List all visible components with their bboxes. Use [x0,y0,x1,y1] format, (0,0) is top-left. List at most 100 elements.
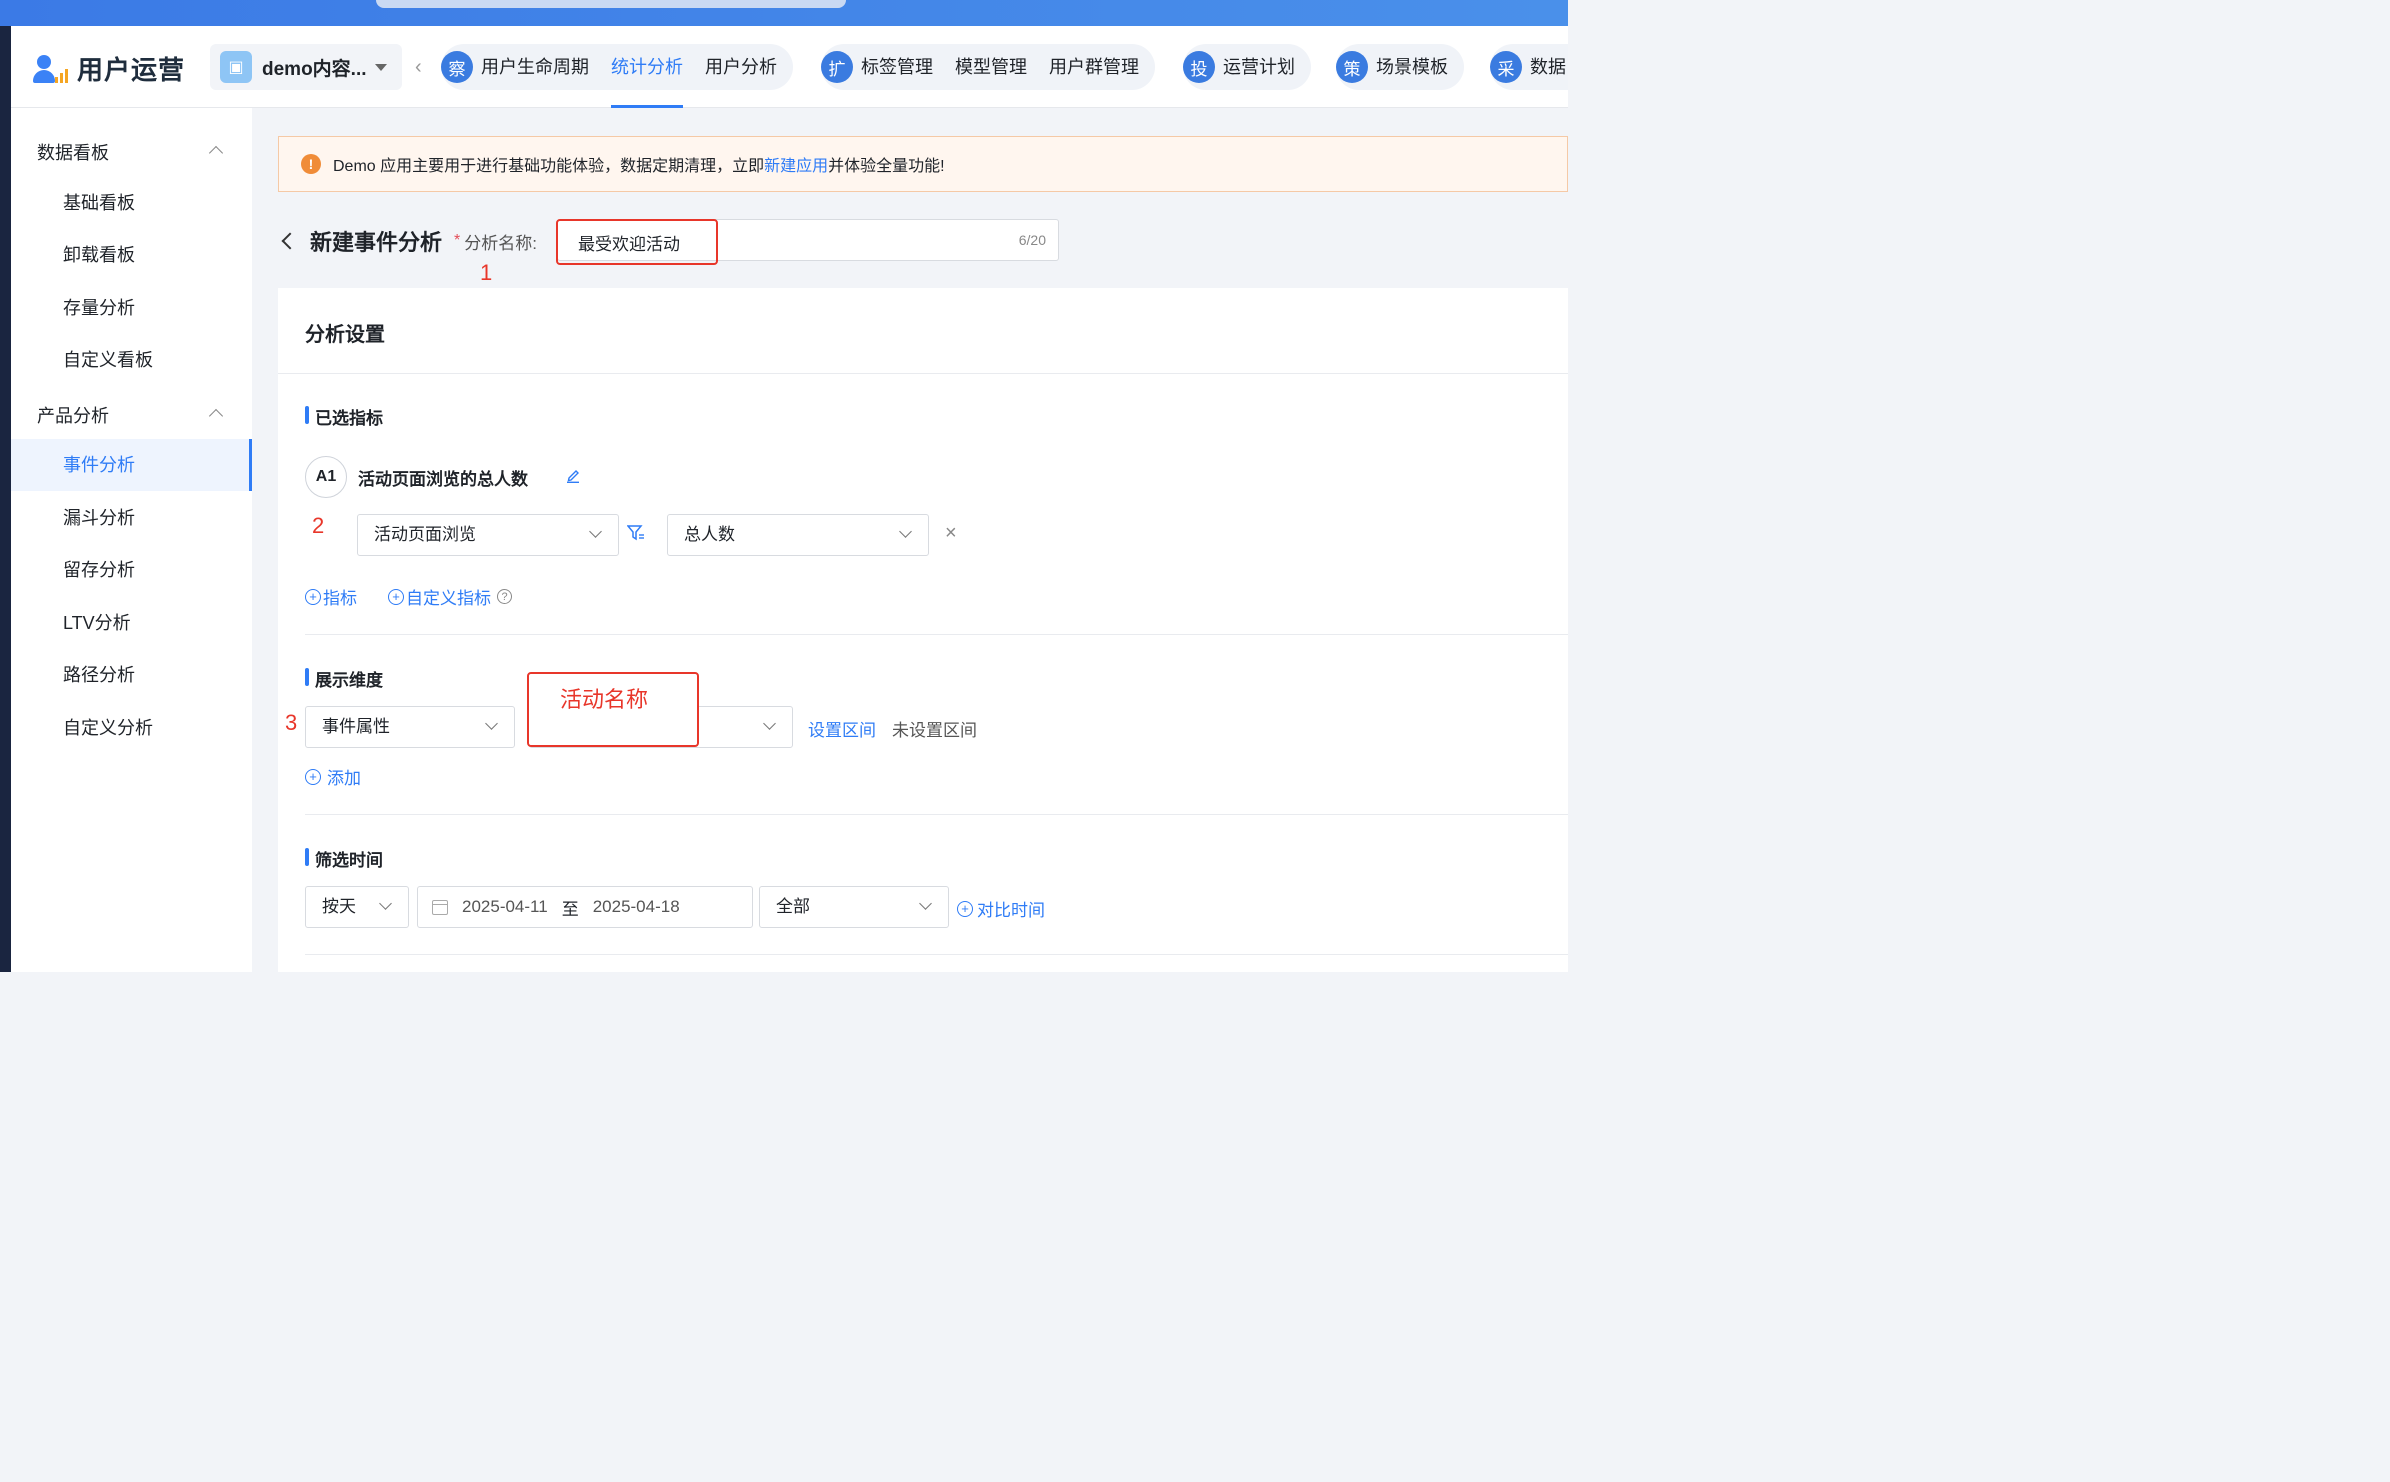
plus-circle-icon: + [305,768,321,785]
nav-tab-user-analysis[interactable]: 用户分析 [705,44,777,90]
nav-tab-tag-management[interactable]: 标签管理 [861,44,933,90]
sidebar-item-basic-dashboard[interactable]: 基础看板 [11,177,252,229]
nav-group-expand: 扩 标签管理 模型管理 用户群管理 [821,44,1155,90]
required-mark: * [454,232,461,249]
filter-icon[interactable] [627,524,645,542]
nav-tab-operation-plan[interactable]: 运营计划 [1223,44,1295,90]
notice-text-before: Demo 应用主要用于进行基础功能体验，数据定期清理，立即 [333,158,765,175]
add-custom-metric-label: 自定义指标 [406,589,491,608]
add-custom-metric-button[interactable]: + 自定义指标 ? [388,584,512,609]
sidebar-item-funnel-analysis[interactable]: 漏斗分析 [11,492,252,544]
nav-scroll-left-icon[interactable]: ‹ [415,56,422,79]
calendar-icon [432,899,448,915]
time-granularity-value: 按天 [322,897,356,916]
help-icon[interactable]: ? [497,589,512,604]
add-metric-label: 指标 [323,589,357,608]
nav-tab-lifecycle[interactable]: 用户生命周期 [481,44,589,90]
remove-metric-close-icon[interactable]: × [945,522,957,545]
chevron-up-icon[interactable] [208,408,224,424]
sidebar-item-path-analysis[interactable]: 路径分析 [11,649,252,701]
settings-header: 分析设置 [278,288,1568,374]
browser-top-strip [0,0,1568,26]
sidebar-item-uninstall-dashboard[interactable]: 卸载看板 [11,229,252,281]
add-dimension-label: 添加 [327,769,361,788]
plus-circle-icon: + [305,588,321,605]
aggregation-select[interactable]: 总人数 [667,514,929,556]
edit-pencil-icon[interactable] [566,467,580,483]
chevron-up-icon[interactable] [208,145,224,161]
notice-text-after: 并体验全量功能! [828,158,945,175]
chevron-down-icon [589,525,602,538]
sidebar-item-retention-stock[interactable]: 存量分析 [11,282,252,334]
window-left-edge [0,26,11,972]
user-operations-icon [33,53,69,85]
analysis-settings-panel: 分析设置 已选指标 A1 活动页面浏览的总人数 活动页面浏览 总人数 × + 指标… [278,288,1568,972]
sidebar-group-dashboards[interactable]: 数据看板 [37,139,109,165]
sidebar-group-product-analysis[interactable]: 产品分析 [37,402,109,428]
nav-group-deliver: 投 运营计划 [1183,44,1311,90]
app-selector[interactable]: ▣ demo内容... [210,44,402,90]
metric-badge: A1 [305,456,347,498]
warning-icon: ! [301,154,321,174]
time-scope-select[interactable]: 全部 [759,886,949,928]
add-dimension-button[interactable]: + 添加 [305,764,361,789]
chevron-down-icon [919,897,932,910]
nav-group-badge: 扩 [821,51,853,83]
time-scope-value: 全部 [776,897,810,916]
analysis-name-count: 6/20 [1018,232,1046,248]
start-date: 2025-04-11 [462,897,548,916]
section-divider [305,814,1568,815]
create-app-link[interactable]: 新建应用 [764,152,828,176]
settings-title: 分析设置 [305,324,385,346]
sidebar-item-event-analysis[interactable]: 事件分析 [11,439,252,491]
plus-circle-icon: + [957,900,973,917]
sidebar-item-custom-dashboard[interactable]: 自定义看板 [11,334,252,386]
nav-group-badge: 投 [1183,51,1215,83]
annotation-box-name [556,219,718,265]
annotation-number-3: 3 [285,710,298,735]
range-status: 未设置区间 [892,721,977,740]
compare-time-button[interactable]: + 对比时间 [957,896,1045,921]
time-granularity-select[interactable]: 按天 [305,886,409,928]
add-metric-button[interactable]: + 指标 [305,584,357,609]
caret-down-icon [374,63,387,71]
sidebar: 数据看板 基础看板 卸载看板 存量分析 自定义看板 产品分析 事件分析 漏斗分析… [11,108,252,972]
metric-name: 活动页面浏览的总人数 [358,470,528,489]
page-title-row: 新建事件分析 * 分析名称: [278,220,537,262]
annotation-label-activity-name: 活动名称 [560,687,649,712]
annotation-number-1: 1 [480,260,493,285]
nav-tab-model-management[interactable]: 模型管理 [955,44,1027,90]
app-selector-name: demo内容... [262,58,367,80]
nav-tab-statistics[interactable]: 统计分析 [611,44,683,108]
nav-tab-data[interactable]: 数据 [1530,44,1566,90]
annotation-number-2: 2 [312,513,325,538]
event-select-value: 活动页面浏览 [374,525,476,544]
event-select[interactable]: 活动页面浏览 [357,514,619,556]
back-arrow-icon[interactable] [281,232,299,250]
nav-tab-segment-management[interactable]: 用户群管理 [1049,44,1139,90]
metrics-section-title: 已选指标 [305,404,383,429]
sidebar-item-custom-analysis[interactable]: 自定义分析 [11,702,252,754]
demo-notice-banner: ! Demo 应用主要用于进行基础功能体验，数据定期清理，立即 新建应用 并体验全量… [278,136,1568,192]
app-cube-icon: ▣ [220,51,252,83]
nav-group-badge: 采 [1490,51,1522,83]
date-range-picker[interactable]: 2025-04-11 至 2025-04-18 [417,886,753,928]
aggregation-select-value: 总人数 [684,525,735,544]
time-section-title: 筛选时间 [305,846,383,871]
compare-time-label: 对比时间 [977,901,1045,920]
nav-tab-scene-templates[interactable]: 场景模板 [1376,44,1448,90]
sidebar-item-ltv-analysis[interactable]: LTV分析 [11,597,252,649]
nav-group-collect: 采 数据 [1490,44,1568,90]
nav-group-strategy: 策 场景模板 [1336,44,1464,90]
chevron-down-icon [899,525,912,538]
section-divider [305,954,1568,955]
date-range-separator: 至 [561,899,579,919]
sidebar-item-retention-analysis[interactable]: 留存分析 [11,544,252,596]
chevron-down-icon [485,717,498,730]
main-content: ! Demo 应用主要用于进行基础功能体验，数据定期清理，立即 新建应用 并体验全量… [252,108,1568,972]
set-range-link[interactable]: 设置区间 [808,716,876,741]
nav-group-badge: 策 [1336,51,1368,83]
dimension-type-value: 事件属性 [322,717,390,736]
dimension-type-select[interactable]: 事件属性 [305,706,515,748]
product-logo[interactable]: 用户运营 [33,50,185,87]
